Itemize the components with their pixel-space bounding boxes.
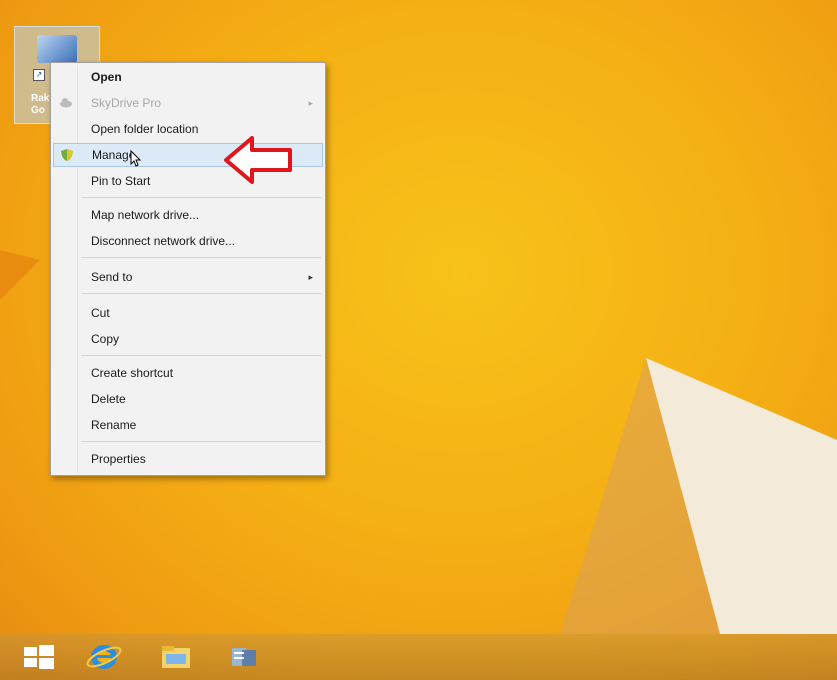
desktop: ↗ Rak Go Open SkyDrive Pro ▸ Open folder… bbox=[0, 0, 837, 680]
menu-item-open[interactable]: Open bbox=[53, 65, 323, 89]
menu-item-properties[interactable]: Properties bbox=[53, 447, 323, 471]
callout-arrow-icon bbox=[224, 136, 292, 184]
menu-item-disconnect-network-drive[interactable]: Disconnect network drive... bbox=[53, 229, 323, 253]
submenu-arrow-icon: ▸ bbox=[308, 98, 313, 108]
menu-separator bbox=[81, 355, 321, 356]
menu-item-label: Properties bbox=[91, 452, 146, 466]
start-icon[interactable] bbox=[18, 640, 58, 674]
cloud-icon bbox=[60, 98, 72, 108]
menu-item-label: Create shortcut bbox=[91, 366, 174, 380]
menu-separator bbox=[81, 197, 321, 198]
file-explorer-icon[interactable] bbox=[156, 640, 196, 674]
menu-item-label: Pin to Start bbox=[91, 174, 151, 188]
menu-separator bbox=[81, 293, 321, 294]
taskbar bbox=[0, 634, 837, 680]
label-line-1: Rak bbox=[31, 93, 50, 104]
menu-item-copy[interactable]: Copy bbox=[53, 327, 323, 351]
menu-item-label: Copy bbox=[91, 332, 120, 346]
menu-item-map-network-drive[interactable]: Map network drive... bbox=[53, 203, 323, 227]
label-line-2: Go bbox=[31, 105, 45, 116]
menu-item-label: Open bbox=[91, 70, 122, 84]
menu-item-cut[interactable]: Cut bbox=[53, 301, 323, 325]
menu-item-label: Cut bbox=[91, 306, 110, 320]
menu-item-label: Open folder location bbox=[91, 122, 199, 136]
menu-item-send-to[interactable]: Send to ▸ bbox=[53, 265, 323, 289]
menu-item-label: Delete bbox=[91, 392, 126, 406]
menu-separator bbox=[81, 441, 321, 442]
menu-item-rename[interactable]: Rename bbox=[53, 413, 323, 437]
shortcut-arrow-icon: ↗ bbox=[33, 69, 45, 81]
menu-item-label: Disconnect network drive... bbox=[91, 234, 236, 248]
menu-item-label: Map network drive... bbox=[91, 208, 200, 222]
menu-item-label: SkyDrive Pro bbox=[91, 96, 162, 110]
menu-item-label: Rename bbox=[91, 418, 137, 432]
mouse-cursor-icon bbox=[130, 150, 142, 167]
computer-icon bbox=[37, 35, 77, 63]
internet-explorer-icon[interactable] bbox=[84, 640, 124, 674]
menu-separator bbox=[81, 257, 321, 258]
context-menu: Open SkyDrive Pro ▸ Open folder location… bbox=[50, 62, 326, 476]
menu-item-delete[interactable]: Delete bbox=[53, 387, 323, 411]
menu-item-label: Manage bbox=[92, 148, 136, 162]
server-manager-icon[interactable] bbox=[224, 640, 264, 674]
menu-item-skydrive-pro[interactable]: SkyDrive Pro ▸ bbox=[53, 91, 323, 115]
submenu-arrow-icon: ▸ bbox=[308, 272, 313, 282]
menu-item-create-shortcut[interactable]: Create shortcut bbox=[53, 361, 323, 385]
desktop-shortcut-label: Rak Go bbox=[31, 93, 49, 117]
shield-icon bbox=[61, 149, 73, 161]
menu-item-label: Send to bbox=[91, 270, 133, 284]
